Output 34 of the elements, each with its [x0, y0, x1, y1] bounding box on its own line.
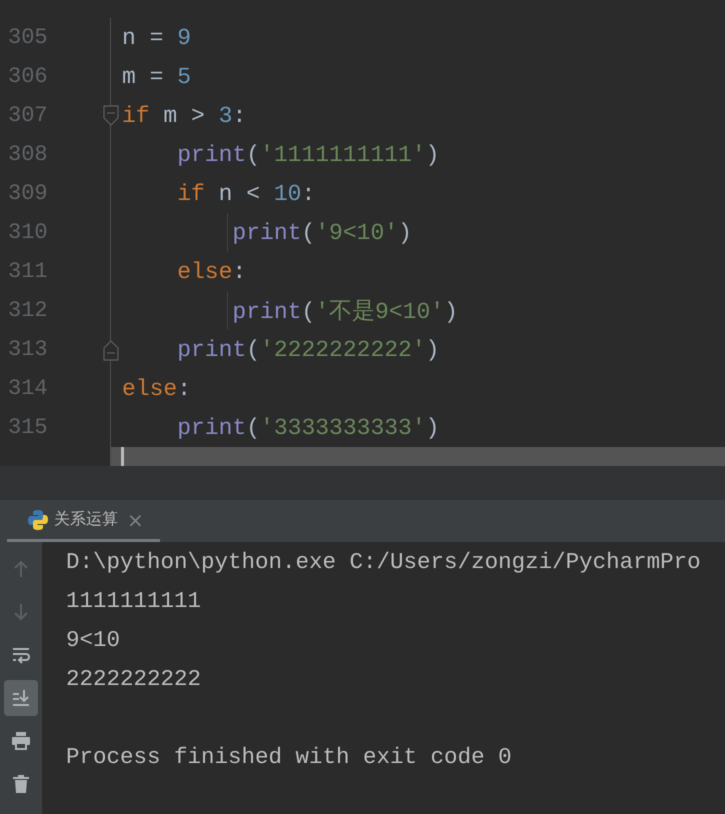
line-number: 305 [8, 25, 49, 50]
line-number: 312 [8, 298, 49, 323]
line-number: 308 [8, 142, 49, 167]
code-line: print('9<10') [232, 220, 412, 246]
code-line: print('1111111111') [177, 142, 440, 168]
code-line: print('不是9<10') [232, 298, 458, 326]
line-number: 307 [8, 103, 49, 128]
console-output-line: 1111111111 [66, 587, 202, 616]
code-line: if n < 10: [177, 180, 316, 206]
console-output-line: 9<10 [66, 626, 122, 655]
line-number: 311 [8, 259, 49, 284]
trash-icon [11, 774, 31, 794]
code-line: n = 9 [122, 24, 192, 50]
line-number: 313 [8, 337, 49, 362]
line-number: 315 [8, 415, 49, 440]
code-line: m = 5 [122, 64, 192, 90]
text-caret [121, 447, 124, 466]
console-output-line: 2222222222 [66, 665, 202, 694]
scroll-to-end-icon [11, 688, 31, 708]
scroll-to-end-button[interactable] [4, 680, 38, 716]
code-line: else: [122, 376, 192, 402]
line-number: 306 [8, 64, 49, 89]
line-number: 314 [8, 376, 49, 401]
process-status-line: Process finished with exit code 0 [66, 743, 513, 772]
line-number: 310 [8, 220, 49, 245]
printer-icon [11, 731, 31, 751]
code-line: print('3333333333') [177, 414, 440, 440]
python-logo-icon [27, 508, 49, 530]
code-line: if m > 3: [122, 102, 246, 128]
code-line: print('2222222222') [177, 336, 440, 362]
soft-wrap-icon [11, 645, 31, 665]
command-line: D:\python\python.exe C:/Users/zongzi/PycharmPro [66, 548, 702, 577]
line-number: 309 [8, 181, 49, 206]
code-line: else: [177, 258, 246, 284]
